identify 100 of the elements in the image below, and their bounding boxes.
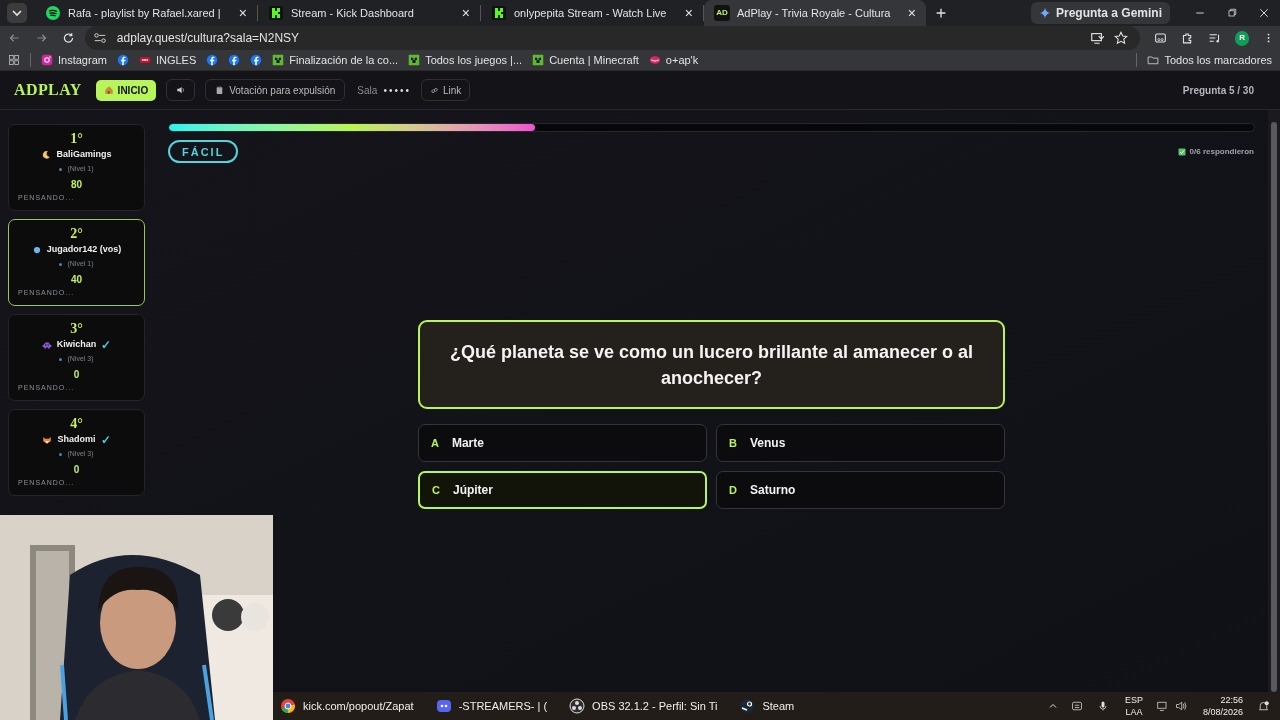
site-logo-icon: AD [714, 5, 730, 21]
lips-icon [648, 54, 661, 67]
tab-search-button[interactable] [7, 3, 27, 23]
k-logo-icon [491, 5, 507, 21]
bookmark[interactable]: o+ap'k [648, 52, 699, 69]
site-settings-icon[interactable] [92, 31, 107, 46]
player-score: 0 [73, 368, 80, 383]
player-name: Kiwichan [56, 338, 97, 352]
block-face-icon [408, 54, 421, 67]
scrollbar-thumb[interactable] [1271, 122, 1277, 693]
answer-option[interactable]: D Saturno [716, 471, 1005, 510]
house-icon [103, 85, 114, 96]
clipboard-icon [215, 85, 225, 95]
browser-tab[interactable]: Stream - Kick Dashboard × [258, 0, 480, 26]
reload-icon[interactable] [61, 31, 75, 46]
volume-icon[interactable] [1174, 700, 1187, 713]
answered-count: 0/6 respondieron [1189, 145, 1254, 158]
question-text: ¿Qué planeta se ve como un lucero brillante al amanecer o al anochecer? [418, 320, 1005, 410]
block-face-icon [532, 54, 545, 67]
option-letter: C [432, 483, 440, 498]
language-code[interactable]: ESP [1124, 694, 1143, 707]
address-bar[interactable]: adplay.quest/cultura?sala=N2NSY [84, 26, 1141, 51]
player-rank: 2° [70, 226, 83, 243]
tab-title: onlypepita Stream - Watch Live [514, 5, 668, 21]
all-bookmarks-folder[interactable]: Todos los marcadores [1147, 52, 1272, 69]
notification-bell-icon[interactable] [1257, 699, 1270, 713]
room-label: Sala [357, 83, 378, 98]
bookmark[interactable] [116, 54, 129, 67]
checkbox-icon [1177, 147, 1186, 156]
answered-check: ✓ [101, 339, 112, 351]
bookmark-star-icon[interactable] [1114, 31, 1129, 46]
player-name: BaliGamings [56, 148, 112, 162]
browser-tab[interactable]: AD AdPlay - Trivia Royale - Cultura × [704, 0, 926, 26]
player-score: 80 [70, 178, 83, 193]
moon-icon [41, 150, 52, 160]
install-app-icon[interactable] [1090, 31, 1105, 46]
profile-avatar[interactable]: R [1235, 30, 1249, 46]
close-icon[interactable]: × [907, 6, 916, 20]
new-tab-icon[interactable] [934, 6, 948, 20]
close-icon[interactable] [1258, 7, 1270, 19]
link-button[interactable]: Link [420, 79, 471, 102]
incognito-glasses-icon[interactable] [1154, 31, 1168, 46]
player-score: 40 [70, 273, 83, 288]
bookmark[interactable]: Cuenta | Minecraft [532, 52, 639, 69]
sound-button[interactable] [166, 79, 196, 102]
block-face-icon [272, 54, 285, 67]
bookmark[interactable] [228, 54, 241, 67]
taskbar-app[interactable]: kick.com/popout/Zapat [280, 697, 414, 715]
gemini-button[interactable]: Pregunta a Gemini [1030, 2, 1170, 24]
clock-time[interactable]: 22:56 [1220, 694, 1243, 707]
answer-option[interactable]: B Venus [716, 424, 1005, 463]
link-icon [429, 85, 439, 95]
question-counter: Pregunta 5 / 30 [1182, 83, 1254, 98]
taskbar-app[interactable]: OBS 32.1.2 - Perfil: Sin Ti [569, 697, 718, 715]
input-method-icon[interactable] [1070, 700, 1083, 713]
network-icon[interactable] [1156, 700, 1169, 713]
close-icon[interactable]: × [238, 6, 247, 20]
room-code: ••••• [383, 83, 411, 98]
f-logo-icon [116, 54, 129, 67]
vote-kick-button[interactable]: Votación para expulsión [205, 79, 346, 102]
f-logo-icon [250, 54, 263, 67]
option-letter: B [729, 436, 737, 451]
taskbar-app[interactable]: Steam [739, 697, 795, 715]
close-icon[interactable]: × [461, 6, 470, 20]
browser-logo-icon [280, 698, 296, 715]
bookmark[interactable] [250, 54, 263, 67]
browser-tab[interactable]: onlypepita Stream - Watch Live × [481, 0, 703, 26]
bookmark[interactable]: INGLES [138, 52, 197, 69]
sparkle-icon [1038, 7, 1051, 19]
player-name: Jugador142 (vos) [46, 243, 122, 257]
close-icon[interactable]: × [684, 6, 693, 20]
apps-grid-icon[interactable] [8, 54, 20, 67]
game-store-logo-icon [739, 698, 756, 715]
answer-option[interactable]: C Júpiter [418, 471, 707, 510]
clock-date[interactable]: 8/08/2026 [1202, 706, 1243, 719]
camera-logo-icon [41, 54, 53, 67]
taskbar-app[interactable]: -STREAMERS- | ( [435, 697, 548, 715]
restore-icon[interactable] [1226, 7, 1238, 19]
tab-title: AdPlay - Trivia Royale - Cultura [737, 5, 892, 21]
player-score: 0 [73, 463, 80, 478]
tab-title: Stream - Kick Dashboard [291, 5, 415, 21]
option-letter: A [431, 436, 439, 451]
player-rank: 1° [70, 131, 83, 148]
f-logo-icon [228, 54, 241, 67]
bookmark[interactable] [206, 54, 219, 67]
scrollbar[interactable] [1268, 110, 1280, 693]
bookmark[interactable]: Finalización de la co... [272, 52, 399, 69]
player-name: Shadomi [57, 433, 96, 447]
bookmark[interactable]: Instagram [41, 52, 107, 69]
player-rank: 4° [70, 416, 83, 433]
answer-option[interactable]: A Marte [418, 424, 707, 463]
browser-tab[interactable]: Rafa - playlist by Rafael.xared | × [35, 0, 257, 26]
recorder-logo-icon [569, 698, 586, 715]
speaker-icon [175, 85, 186, 96]
home-button[interactable]: INICIO [95, 79, 157, 101]
microphone-icon[interactable] [1096, 700, 1109, 713]
fox-icon [42, 435, 53, 445]
answered-check: ✓ [100, 434, 111, 446]
keyboard-layout[interactable]: LAA [1125, 706, 1143, 719]
bookmark[interactable]: Todos los juegos |... [408, 52, 523, 69]
